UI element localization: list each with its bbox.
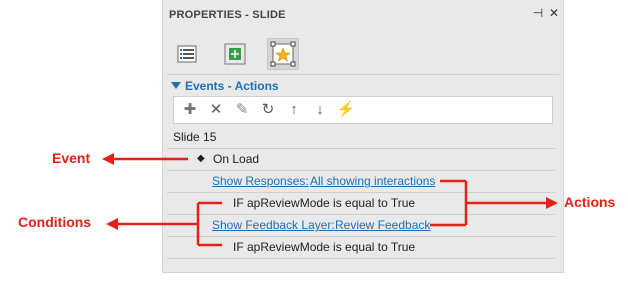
conditions-arrowhead: [106, 218, 118, 230]
actions-arrowhead: [546, 197, 558, 209]
annotation-arrows: [102, 153, 558, 247]
event-arrowhead: [102, 153, 114, 165]
